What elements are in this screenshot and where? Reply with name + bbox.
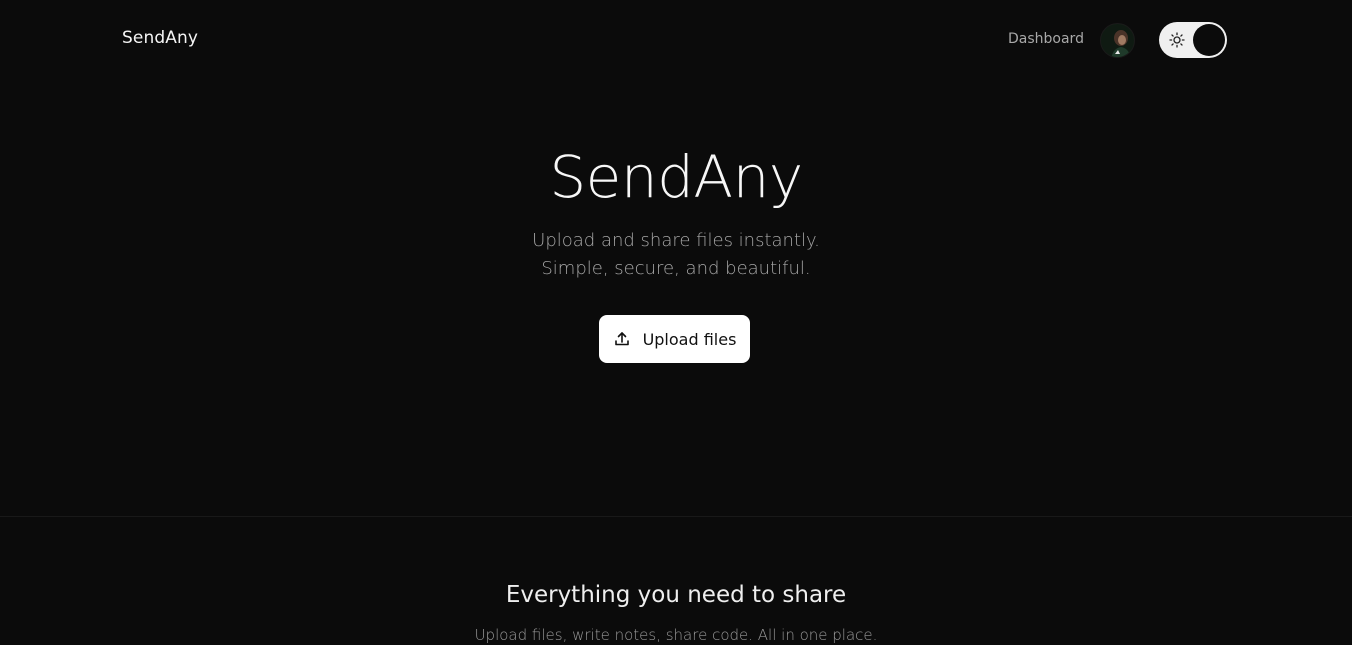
- avatar-image: [1101, 24, 1134, 57]
- toggle-knob: [1193, 24, 1225, 56]
- nav-link-dashboard[interactable]: Dashboard: [1008, 31, 1084, 47]
- sun-icon: [1169, 32, 1185, 48]
- theme-toggle[interactable]: [1159, 22, 1227, 58]
- upload-files-label: Upload files: [642, 329, 737, 349]
- upload-files-button[interactable]: Upload files: [599, 315, 750, 363]
- top-nav: SendAny Dashboard: [0, 0, 1352, 80]
- user-avatar[interactable]: [1100, 23, 1135, 58]
- brand-logo[interactable]: SendAny: [122, 28, 198, 48]
- hero-title: SendAny: [549, 143, 803, 211]
- features-subtitle: Upload files, write notes, share code. A…: [474, 626, 878, 644]
- page: SendAny Dashboard SendAny Upload and sha…: [0, 0, 1352, 645]
- upload-icon: [614, 332, 629, 346]
- features-title: Everything you need to share: [505, 582, 847, 608]
- hero-subtitle-line2: Simple, secure, and beautiful.: [541, 258, 811, 279]
- hero-subtitle-line1: Upload and share files instantly.: [532, 230, 820, 251]
- section-divider: [0, 516, 1352, 517]
